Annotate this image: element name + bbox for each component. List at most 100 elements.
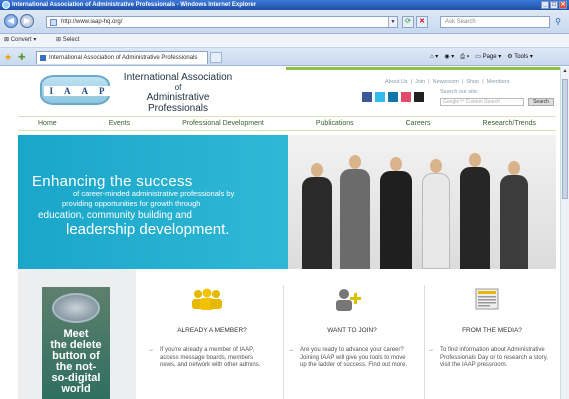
person-figure bbox=[460, 167, 490, 269]
close-window-button[interactable]: ✕ bbox=[559, 1, 567, 9]
hero-headline: Enhancing the success bbox=[32, 173, 193, 190]
new-tab-button[interactable] bbox=[210, 52, 222, 63]
minimize-button[interactable]: _ bbox=[541, 1, 549, 9]
print-icon[interactable]: ⎙ ▾ bbox=[460, 51, 469, 63]
top-links: About Us | Join | Newsroom | Shop | Memb… bbox=[385, 79, 510, 85]
command-bar: ⊠ Convert ▾ ⊞ Select bbox=[0, 34, 569, 48]
link-separator: | bbox=[461, 79, 464, 85]
twitter-icon[interactable] bbox=[375, 92, 385, 102]
window-controls: _ □ ✕ bbox=[541, 1, 567, 9]
logo-letters: I A A P bbox=[44, 86, 110, 96]
logo-letter: A bbox=[81, 86, 88, 96]
column-divider bbox=[424, 285, 425, 399]
page-menu[interactable]: ▭ Page ▾ bbox=[475, 51, 501, 63]
social-icons bbox=[362, 92, 424, 102]
tab-row: ★ ✚ International Association of Adminis… bbox=[0, 48, 569, 66]
add-favorite-icon[interactable]: ✚ bbox=[18, 52, 26, 63]
tools-menu-label: Tools bbox=[514, 54, 529, 60]
header-accent-line bbox=[286, 67, 560, 70]
disk-image bbox=[52, 293, 100, 323]
member-text[interactable]: If you're already a member of IAAP, acce… bbox=[160, 347, 270, 370]
back-button[interactable]: ◀ bbox=[4, 14, 18, 28]
left-sidebar: Meet the delete button of the not- so-di… bbox=[18, 269, 136, 399]
window-title: International Association of Administrat… bbox=[12, 2, 257, 8]
web-page: I A A P International Association of Adm… bbox=[0, 67, 560, 399]
convert-button[interactable]: ⊠ Convert ▾ bbox=[4, 34, 36, 47]
hero-photo bbox=[288, 135, 556, 269]
members-link[interactable]: Members bbox=[487, 79, 510, 85]
site-search-button[interactable]: Search bbox=[528, 98, 554, 106]
nav-professional-development[interactable]: Professional Development bbox=[182, 120, 264, 127]
scroll-thumb[interactable] bbox=[562, 79, 568, 199]
main-nav: Home Events Professional Development Pub… bbox=[18, 116, 556, 131]
join-column: WANT TO JOIN? → Are you ready to advance… bbox=[288, 285, 416, 399]
maximize-button[interactable]: □ bbox=[550, 1, 558, 9]
person-figure bbox=[340, 169, 370, 269]
hero-line3: providing opportunities for growth throu… bbox=[62, 199, 201, 208]
flickr-icon[interactable] bbox=[401, 92, 411, 102]
promo-banner[interactable]: Meet the delete button of the not- so-di… bbox=[42, 287, 110, 399]
page-icon bbox=[50, 19, 57, 26]
person-figure bbox=[380, 171, 412, 269]
address-input[interactable]: http://www.iaap-hq.org/ ▼ bbox=[46, 16, 398, 28]
iaap-logo[interactable]: I A A P bbox=[40, 75, 110, 105]
live-search-input[interactable]: Ask Search bbox=[440, 16, 550, 28]
newsroom-link[interactable]: Newsroom bbox=[433, 79, 459, 85]
media-text[interactable]: To find information about Administrative… bbox=[440, 347, 550, 370]
column-divider bbox=[283, 285, 284, 399]
promo-text: world bbox=[61, 383, 91, 395]
shop-link[interactable]: Shop bbox=[466, 79, 479, 85]
refresh-button[interactable]: ⟳ bbox=[402, 16, 414, 28]
site-search-label: Search our site: bbox=[440, 89, 479, 95]
logo-letter: P bbox=[98, 86, 105, 96]
nav-publications[interactable]: Publications bbox=[316, 120, 354, 127]
blog-icon[interactable] bbox=[414, 92, 424, 102]
linkedin-icon[interactable] bbox=[388, 92, 398, 102]
select-button[interactable]: ⊞ Select bbox=[56, 34, 79, 47]
org-name-line2: of bbox=[174, 83, 182, 92]
arrow-icon: → bbox=[428, 347, 434, 353]
stop-button[interactable]: ✕ bbox=[416, 16, 428, 28]
tab-iaap[interactable]: International Association of Administrat… bbox=[36, 51, 208, 64]
facebook-icon[interactable] bbox=[362, 92, 372, 102]
join-link[interactable]: Join bbox=[415, 79, 425, 85]
org-name-line3: Administrative Professionals bbox=[146, 92, 210, 114]
hero-banner[interactable]: Enhancing the success of career-minded a… bbox=[18, 135, 556, 269]
ie-command-tools: ⌂ ▾ ◉ ▾ ⎙ ▾ ▭ Page ▾ ⚙ Tools ▾ bbox=[430, 51, 533, 63]
nav-events[interactable]: Events bbox=[109, 120, 130, 127]
member-column: ALREADY A MEMBER? → If you're already a … bbox=[148, 285, 276, 399]
hero-text-panel: Enhancing the success of career-minded a… bbox=[18, 135, 288, 269]
org-name-line1: International Association bbox=[123, 72, 233, 83]
address-dropdown-button[interactable]: ▼ bbox=[388, 17, 397, 27]
media-column: FROM THE MEDIA? → To find information ab… bbox=[428, 285, 556, 399]
hero-line4: education, community building and bbox=[38, 210, 192, 221]
address-toolbar: ◀ ▶ http://www.iaap-hq.org/ ▼ ⟳ ✕ Ask Se… bbox=[0, 10, 569, 34]
person-head bbox=[311, 163, 323, 177]
scroll-up-button[interactable]: ▲ bbox=[562, 68, 568, 76]
about-us-link[interactable]: About Us bbox=[385, 79, 408, 85]
home-icon[interactable]: ⌂ ▾ bbox=[430, 51, 438, 63]
media-title: FROM THE MEDIA? bbox=[462, 327, 522, 334]
hero-line5: leadership development. bbox=[66, 221, 230, 238]
search-icon[interactable]: ⚲ bbox=[551, 16, 565, 28]
tools-menu[interactable]: ⚙ Tools ▾ bbox=[507, 51, 533, 63]
nav-research-trends[interactable]: Research/Trends bbox=[483, 120, 536, 127]
link-separator: | bbox=[428, 79, 430, 85]
select-label: Select bbox=[62, 37, 80, 43]
join-text[interactable]: Are you ready to advance your career? Jo… bbox=[300, 347, 410, 370]
person-head bbox=[469, 153, 481, 167]
vertical-scrollbar[interactable]: ▲ bbox=[560, 67, 569, 399]
page-menu-label: Page bbox=[482, 54, 497, 60]
address-url: http://www.iaap-hq.org/ bbox=[61, 19, 123, 25]
favorites-star-icon[interactable]: ★ bbox=[4, 52, 12, 63]
nav-careers[interactable]: Careers bbox=[406, 120, 431, 127]
feeds-icon[interactable]: ◉ ▾ bbox=[444, 51, 454, 63]
arrow-icon: → bbox=[148, 347, 154, 353]
window-title-bar: International Association of Administrat… bbox=[0, 0, 569, 10]
hero-line2: of career-minded administrative professi… bbox=[73, 189, 235, 198]
forward-button[interactable]: ▶ bbox=[20, 14, 34, 28]
nav-home[interactable]: Home bbox=[38, 120, 57, 127]
site-search-input[interactable]: Google™ Custom Search bbox=[440, 98, 524, 106]
members-group-icon bbox=[192, 288, 222, 310]
person-head bbox=[508, 161, 520, 175]
